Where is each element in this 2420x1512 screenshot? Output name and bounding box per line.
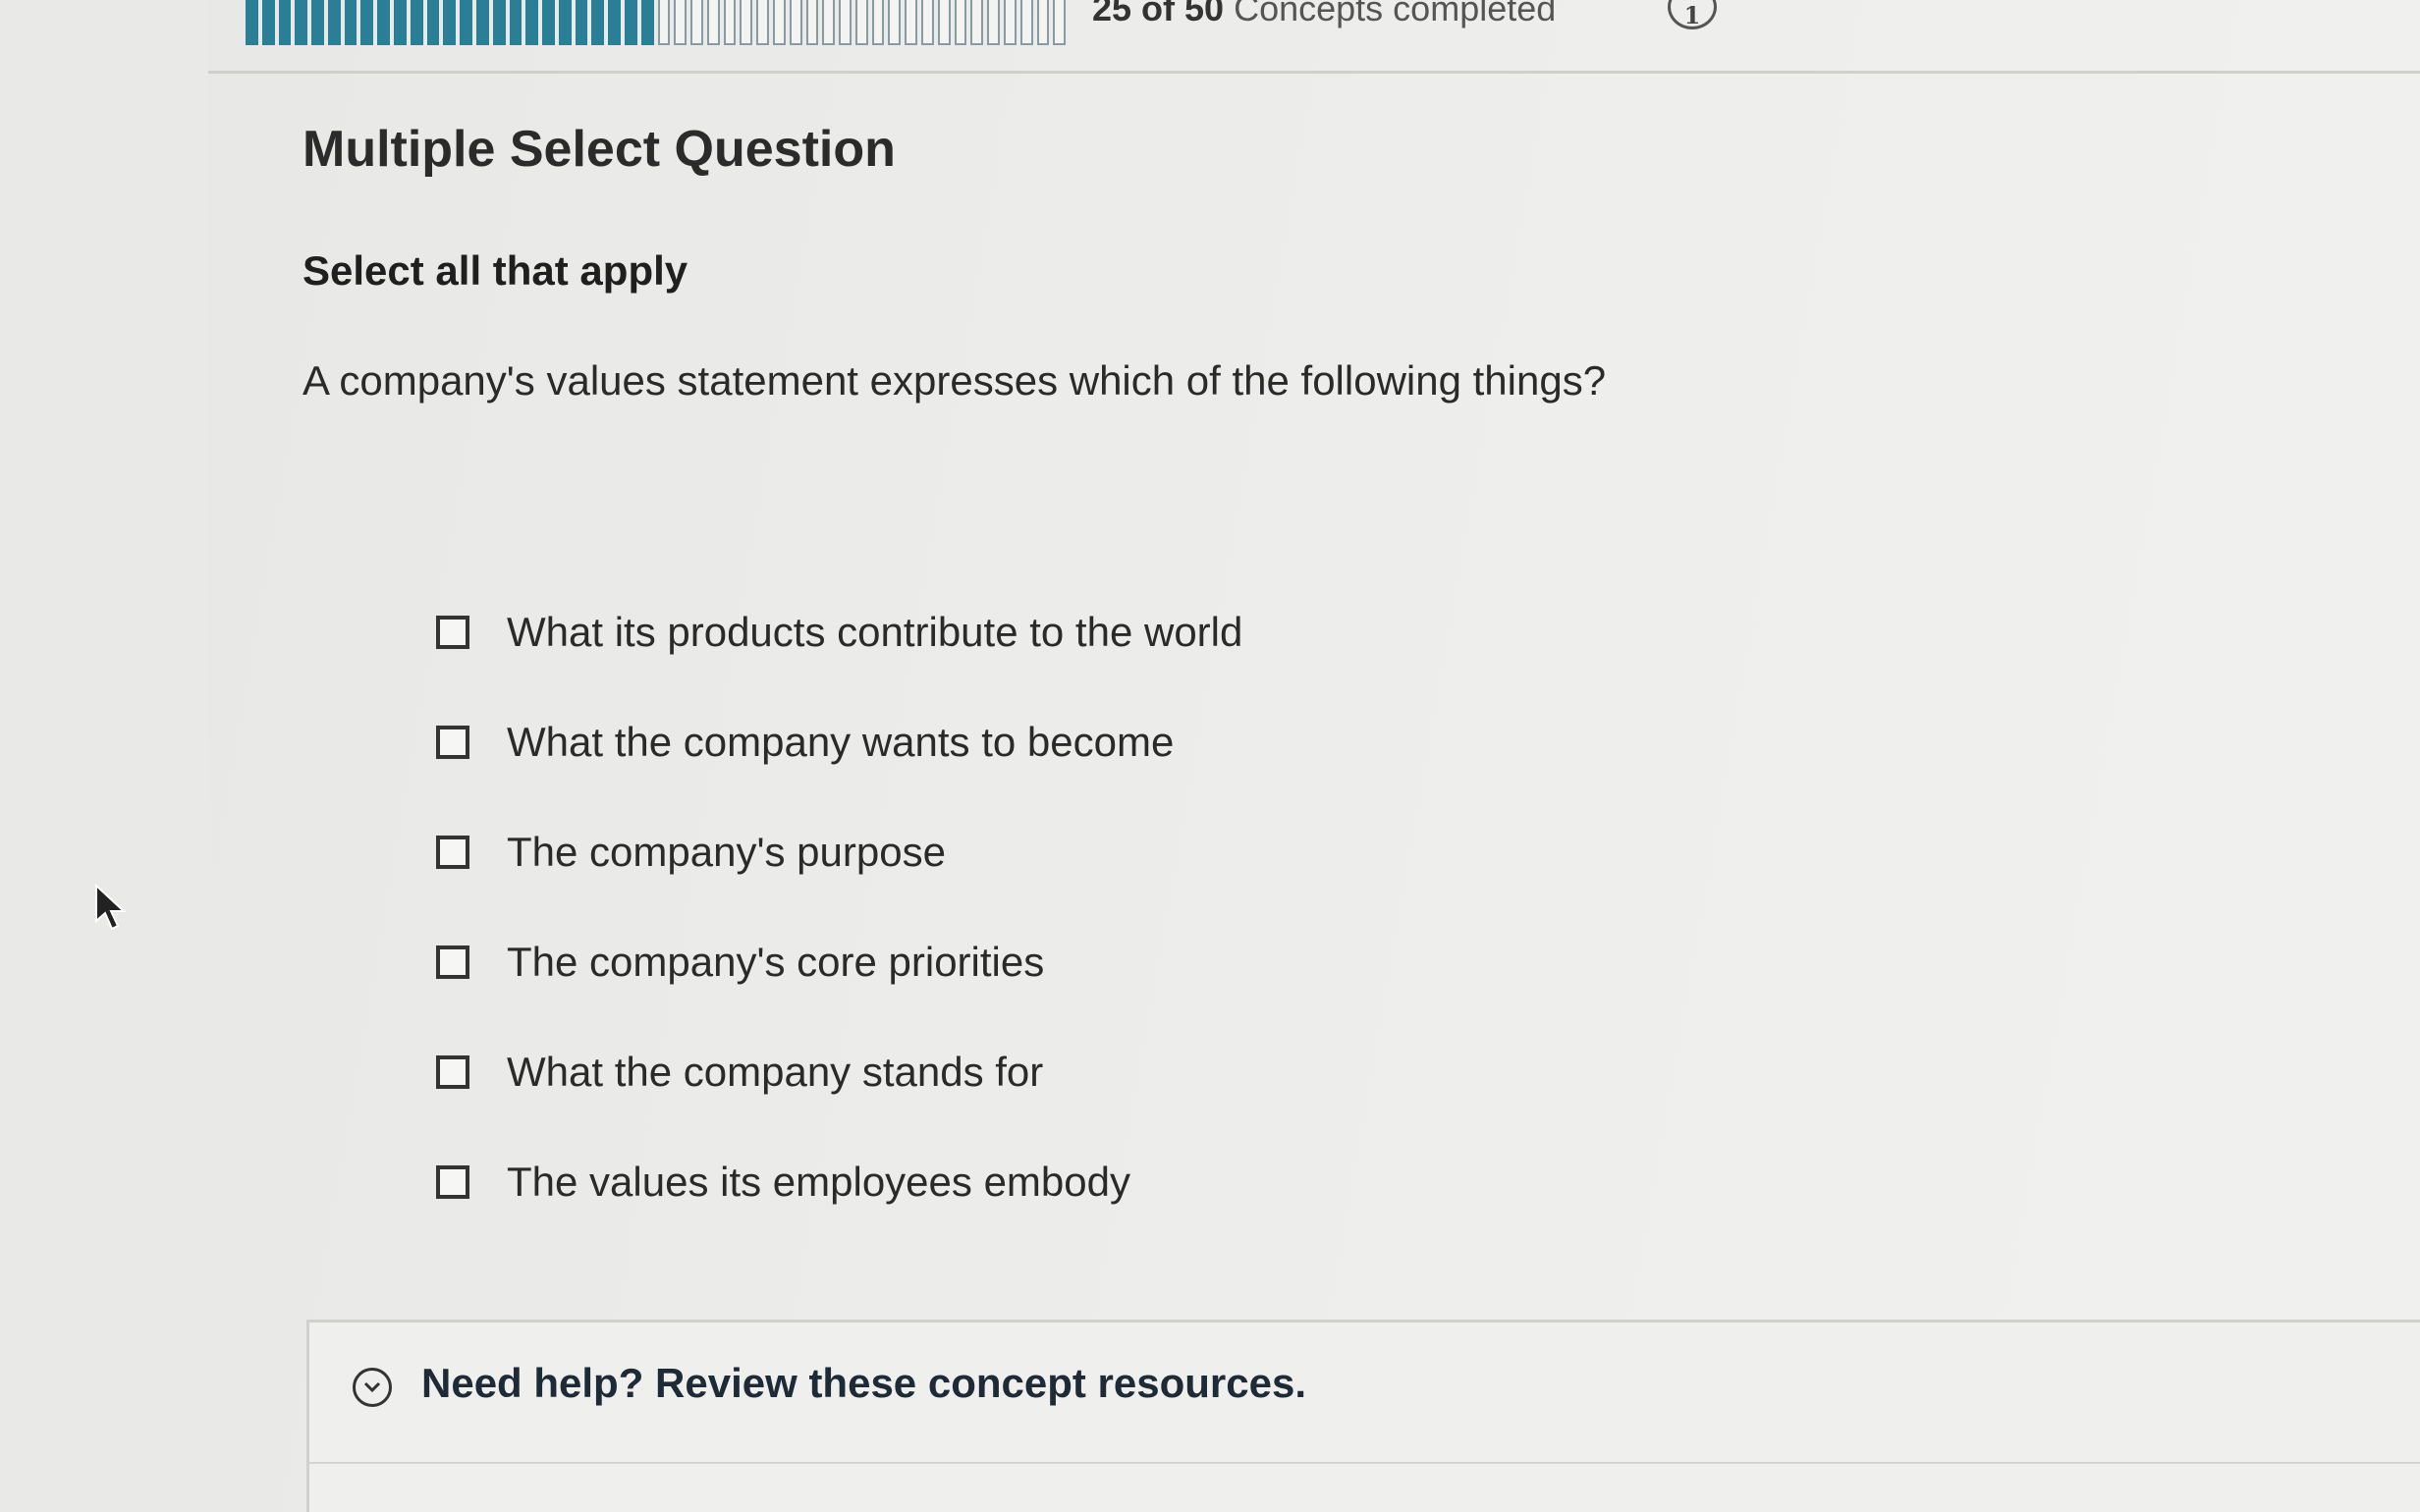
- answer-option-label[interactable]: What its products contribute to the worl…: [507, 609, 1242, 656]
- progress-segment-complete: [311, 0, 324, 45]
- progress-segment-complete: [492, 0, 506, 45]
- answer-option[interactable]: The company's purpose: [436, 797, 1242, 907]
- progress-segment-complete: [475, 0, 489, 45]
- progress-segment-complete: [410, 0, 423, 45]
- progress-segment-incomplete: [706, 0, 720, 45]
- progress-segment-incomplete: [871, 0, 885, 45]
- progress-segment-incomplete: [805, 0, 819, 45]
- progress-segment-complete: [377, 0, 391, 45]
- progress-segment-complete: [525, 0, 539, 45]
- progress-segment-incomplete: [1053, 0, 1067, 45]
- answer-option-label[interactable]: The company's purpose: [507, 829, 946, 876]
- progress-label: Concepts completed: [1234, 0, 1557, 28]
- help-resources-panel[interactable]: Need help? Review these concept resource…: [306, 1320, 2420, 1512]
- progress-segment-incomplete: [756, 0, 769, 45]
- progress-segment-complete: [460, 0, 472, 45]
- answer-option[interactable]: The values its employees embody: [436, 1127, 1242, 1237]
- answer-option[interactable]: What its products contribute to the worl…: [436, 577, 1242, 687]
- answer-option[interactable]: The company's core priorities: [436, 907, 1242, 1017]
- progress-segment-incomplete: [674, 0, 688, 45]
- progress-segment-complete: [624, 0, 637, 45]
- progress-segment-incomplete: [657, 0, 671, 45]
- progress-segment-incomplete: [954, 0, 967, 45]
- progress-segment-complete: [261, 0, 275, 45]
- progress-segment-incomplete: [987, 0, 1000, 45]
- progress-segment-complete: [246, 0, 258, 45]
- progress-segment-incomplete: [937, 0, 951, 45]
- question-type-title: Multiple Select Question: [302, 121, 896, 178]
- answer-option-label[interactable]: The values its employees embody: [507, 1159, 1130, 1206]
- progress-count: 25 of 50: [1092, 0, 1225, 28]
- mouse-pointer-icon: [94, 883, 128, 938]
- answer-checkbox[interactable]: [436, 836, 469, 869]
- question-instruction: Select all that apply: [302, 247, 688, 294]
- progress-segment-complete: [542, 0, 555, 45]
- help-divider: [309, 1462, 2420, 1464]
- progress-segment-complete: [558, 0, 572, 45]
- answer-option[interactable]: What the company wants to become: [436, 687, 1242, 797]
- progress-segment-complete: [327, 0, 341, 45]
- progress-status: 25 of 50 Concepts completed: [1092, 0, 1556, 29]
- answer-checkbox[interactable]: [436, 1165, 469, 1199]
- progress-segment-complete: [640, 0, 654, 45]
- answer-checkbox[interactable]: [436, 1055, 469, 1089]
- progress-segment-complete: [575, 0, 588, 45]
- answer-option-label[interactable]: What the company wants to become: [507, 719, 1174, 766]
- answer-option-label[interactable]: The company's core priorities: [507, 939, 1044, 986]
- progress-segment-complete: [394, 0, 407, 45]
- question-prompt: A company's values statement expresses w…: [302, 357, 1607, 404]
- answer-checkbox[interactable]: [436, 616, 469, 649]
- answer-checkbox[interactable]: [436, 945, 469, 979]
- progress-segment-incomplete: [723, 0, 737, 45]
- progress-segment-incomplete: [690, 0, 703, 45]
- help-resources-link[interactable]: Need help? Review these concept resource…: [421, 1360, 1306, 1407]
- progress-segment-complete: [509, 0, 522, 45]
- chevron-down-icon: [363, 1381, 381, 1393]
- progress-segment-incomplete: [854, 0, 868, 45]
- progress-segment-incomplete: [839, 0, 852, 45]
- progress-segment-complete: [608, 0, 621, 45]
- progress-segment-incomplete: [1036, 0, 1050, 45]
- progress-bar: [246, 0, 1067, 45]
- progress-segment-complete: [443, 0, 457, 45]
- answer-options: What its products contribute to the worl…: [436, 577, 1242, 1237]
- left-gutter: [0, 0, 208, 1512]
- answer-option-label[interactable]: What the company stands for: [507, 1049, 1043, 1096]
- progress-segment-incomplete: [905, 0, 918, 45]
- progress-segment-complete: [278, 0, 292, 45]
- progress-segment-incomplete: [773, 0, 786, 45]
- progress-segment-incomplete: [970, 0, 984, 45]
- progress-segment-complete: [591, 0, 605, 45]
- progress-segment-incomplete: [1003, 0, 1017, 45]
- progress-segment-incomplete: [1019, 0, 1033, 45]
- progress-segment-incomplete: [888, 0, 902, 45]
- answer-checkbox[interactable]: [436, 726, 469, 759]
- progress-segment-complete: [426, 0, 440, 45]
- progress-segment-complete: [295, 0, 308, 45]
- progress-segment-complete: [344, 0, 358, 45]
- progress-segment-incomplete: [822, 0, 836, 45]
- progress-segment-incomplete: [921, 0, 934, 45]
- progress-segment-incomplete: [789, 0, 802, 45]
- progress-segment-complete: [360, 0, 374, 45]
- answer-option[interactable]: What the company stands for: [436, 1017, 1242, 1127]
- progress-segment-incomplete: [740, 0, 753, 45]
- chevron-down-circle-icon[interactable]: [353, 1368, 392, 1407]
